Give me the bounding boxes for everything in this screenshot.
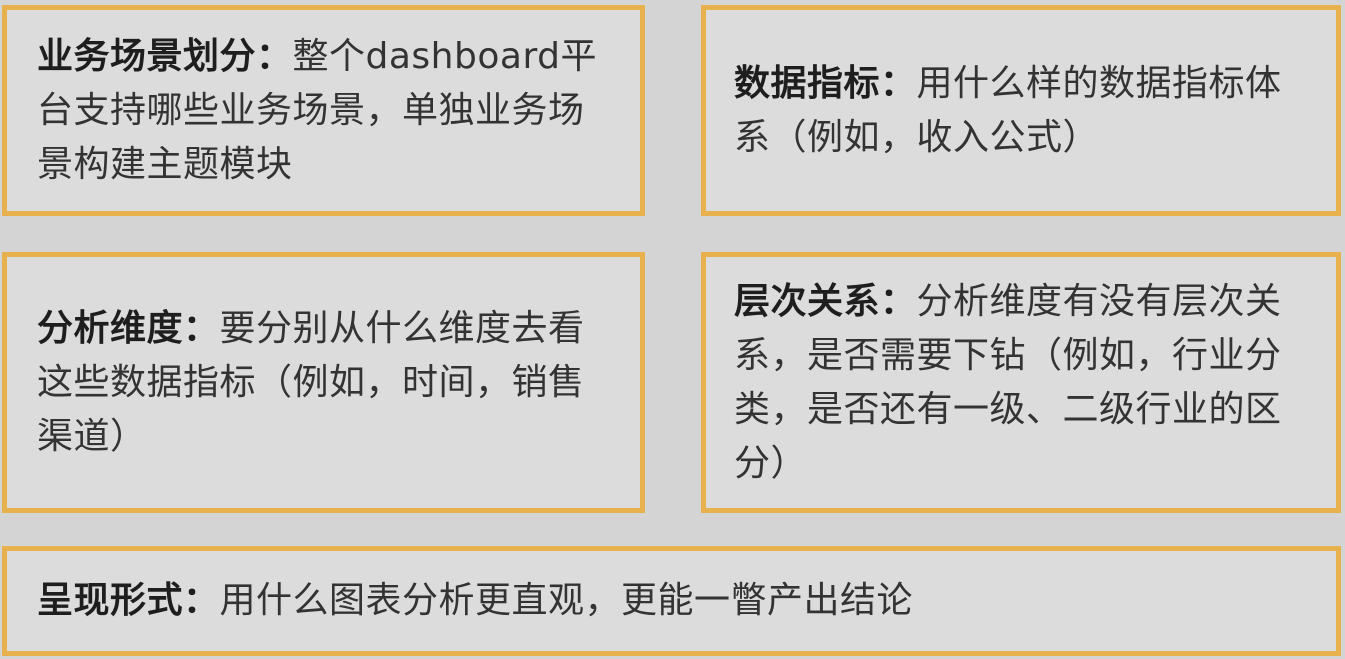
card-hierarchy-relation: 层次关系：分析维度有没有层次关系，是否需要下钻（例如，行业分类，是否还有一级、二… [701, 252, 1341, 513]
card-business-scenario-title: 业务场景划分： [37, 35, 293, 77]
card-data-metrics: 数据指标：用什么样的数据指标体系（例如，收入公式） [701, 5, 1341, 216]
card-data-metrics-title: 数据指标： [734, 62, 917, 104]
card-hierarchy-relation-text: 层次关系：分析维度有没有层次关系，是否需要下钻（例如，行业分类，是否还有一级、二… [734, 275, 1308, 491]
card-data-metrics-text: 数据指标：用什么样的数据指标体系（例如，收入公式） [734, 57, 1308, 165]
card-analysis-dimension-title: 分析维度： [37, 307, 220, 349]
card-presentation-form-text: 呈现形式：用什么图表分析更直观，更能一瞥产出结论 [37, 574, 913, 628]
card-presentation-form-title: 呈现形式： [37, 580, 220, 621]
card-hierarchy-relation-title: 层次关系： [734, 280, 917, 322]
card-analysis-dimension: 分析维度：要分别从什么维度去看这些数据指标（例如，时间，销售渠道） [2, 252, 645, 513]
card-business-scenario: 业务场景划分：整个dashboard平台支持哪些业务场景，单独业务场景构建主题模… [2, 5, 645, 216]
card-analysis-dimension-text: 分析维度：要分别从什么维度去看这些数据指标（例如，时间，销售渠道） [37, 302, 612, 464]
card-business-scenario-text: 业务场景划分：整个dashboard平台支持哪些业务场景，单独业务场景构建主题模… [37, 30, 612, 192]
card-presentation-form-body: 用什么图表分析更直观，更能一瞥产出结论 [219, 580, 914, 621]
card-presentation-form: 呈现形式：用什么图表分析更直观，更能一瞥产出结论 [2, 546, 1341, 656]
